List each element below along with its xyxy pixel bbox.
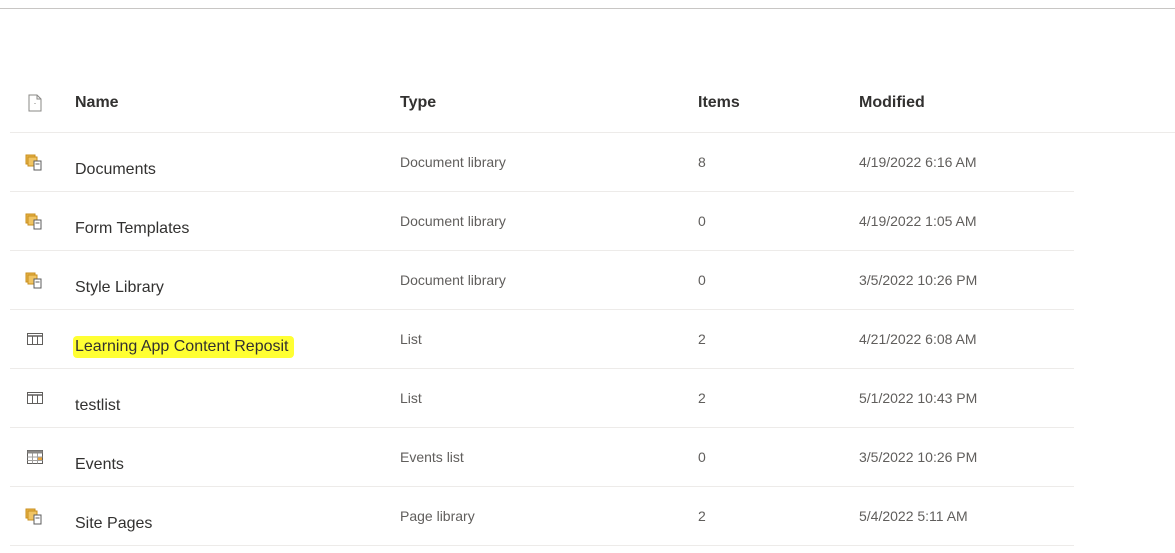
- modified-column-header[interactable]: Modified: [859, 74, 1079, 132]
- item-count: 8: [698, 154, 706, 170]
- item-count: 0: [698, 272, 706, 288]
- list-row[interactable]: Site Pages Page library 2 5/4/2022 5:11 AM: [10, 487, 1074, 546]
- item-name-text: Form Templates: [75, 220, 190, 237]
- item-modified: 5/4/2022 5:11 AM: [859, 508, 968, 524]
- item-type: Document library: [400, 213, 506, 229]
- item-name-link[interactable]: Style Library: [75, 251, 375, 317]
- item-name-text: Documents: [75, 161, 156, 178]
- document-library-icon: [10, 487, 60, 545]
- item-type: List: [400, 390, 422, 406]
- items-column-header[interactable]: Items: [698, 74, 838, 132]
- list-row[interactable]: Form Templates Document library 0 4/19/2022…: [10, 192, 1074, 251]
- item-modified: 4/19/2022 1:05 AM: [859, 213, 977, 229]
- item-modified: 3/5/2022 10:26 PM: [859, 449, 978, 465]
- file-type-column-header[interactable]: [10, 74, 60, 132]
- events-list-icon: [10, 428, 60, 486]
- item-name-text: Style Library: [75, 279, 164, 296]
- item-modified: 4/19/2022 6:16 AM: [859, 154, 977, 170]
- file-icon: [28, 94, 42, 112]
- item-name-text: testlist: [75, 397, 121, 414]
- item-count: 2: [698, 331, 706, 347]
- item-name-link[interactable]: Events: [75, 428, 375, 494]
- item-name-link[interactable]: testlist: [75, 369, 375, 435]
- item-type: Document library: [400, 272, 506, 288]
- item-type: Page library: [400, 508, 475, 524]
- item-name-text: Learning App Content Reposit: [73, 336, 295, 358]
- list-row[interactable]: testlist List 2 5/1/2022 10:43 PM: [10, 369, 1074, 428]
- item-count: 0: [698, 213, 706, 229]
- document-library-icon: [10, 133, 60, 191]
- item-type: Events list: [400, 449, 464, 465]
- item-modified: 4/21/2022 6:08 AM: [859, 331, 977, 347]
- item-type: Document library: [400, 154, 506, 170]
- list-row[interactable]: Events Events list 0 3/5/2022 10:26 PM: [10, 428, 1074, 487]
- item-name-link[interactable]: Documents: [75, 133, 375, 199]
- document-library-icon: [10, 251, 60, 309]
- site-contents-list: Name Type Items Modified Documents Docume…: [10, 74, 1175, 546]
- list-icon: [10, 369, 60, 427]
- top-divider: [0, 8, 1175, 9]
- list-row[interactable]: Documents Document library 8 4/19/2022 6:16…: [10, 133, 1074, 192]
- item-name-link[interactable]: Site Pages: [75, 487, 375, 553]
- item-count: 0: [698, 449, 706, 465]
- item-count: 2: [698, 508, 706, 524]
- item-type: List: [400, 331, 422, 347]
- item-modified: 5/1/2022 10:43 PM: [859, 390, 978, 406]
- name-column-header[interactable]: Name: [75, 74, 375, 132]
- item-modified: 3/5/2022 10:26 PM: [859, 272, 978, 288]
- column-header-row: Name Type Items Modified: [10, 74, 1175, 133]
- item-name-text: Site Pages: [75, 515, 153, 532]
- item-name-link[interactable]: Learning App Content Reposit: [73, 310, 375, 376]
- list-row[interactable]: Style Library Document library 0 3/5/2022 1…: [10, 251, 1074, 310]
- item-count: 2: [698, 390, 706, 406]
- item-name-text: Events: [75, 456, 124, 473]
- type-column-header[interactable]: Type: [400, 74, 680, 132]
- item-name-link[interactable]: Form Templates: [75, 192, 375, 258]
- list-row[interactable]: Learning App Content Reposit List 2 4/21/20…: [10, 310, 1074, 369]
- document-library-icon: [10, 192, 60, 250]
- list-icon: [10, 310, 60, 368]
